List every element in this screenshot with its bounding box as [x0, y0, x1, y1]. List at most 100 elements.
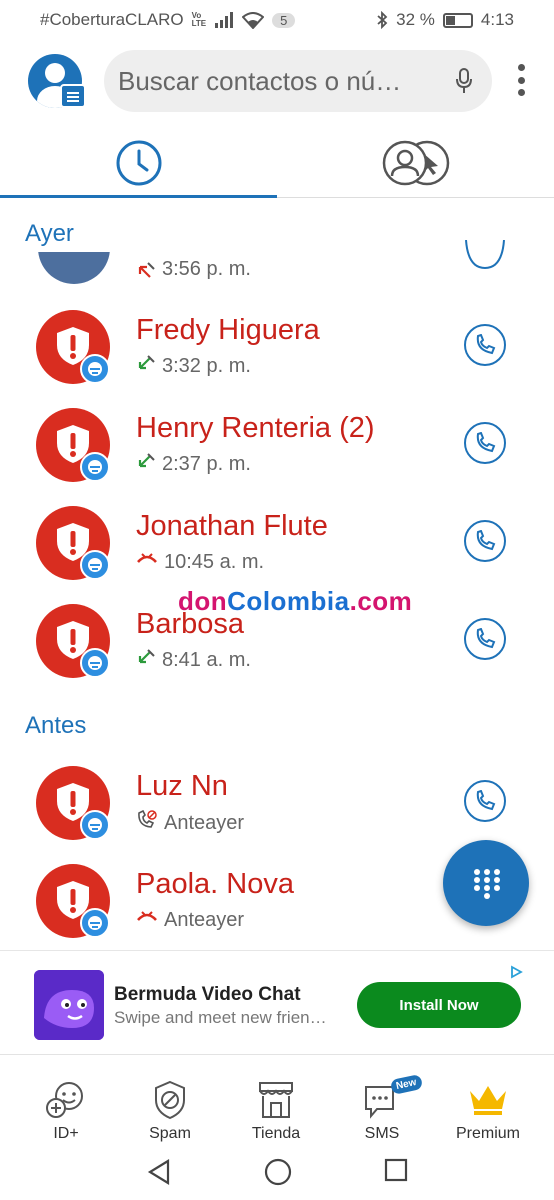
nav-premium[interactable]: Premium [438, 1079, 538, 1143]
contacts-icon [382, 140, 449, 186]
ad-app-icon[interactable] [34, 970, 104, 1040]
clock: 4:13 [480, 10, 514, 29]
section-yesterday: Ayer [25, 220, 74, 247]
profile-card-icon [60, 84, 86, 108]
call-meta: 3:32 p. m. [136, 354, 251, 378]
call-meta: 8:41 a. m. [136, 648, 251, 672]
back-icon[interactable] [146, 1158, 172, 1186]
spam-shield-icon [120, 1079, 220, 1121]
call-button[interactable] [464, 422, 506, 464]
call-meta: 10:45 a. m. [136, 550, 264, 574]
identified-badge-icon [80, 550, 110, 580]
call-type-icon [136, 809, 158, 836]
phone-icon [476, 530, 496, 551]
section-before: Antes [25, 712, 87, 739]
call-button[interactable] [464, 324, 506, 366]
call-row[interactable]: Luz Nn Anteayer [0, 752, 554, 850]
signal-icon [215, 12, 234, 28]
battery-percent: 32 % [396, 10, 435, 29]
dialpad-icon [474, 869, 500, 899]
sms-icon: New [332, 1073, 432, 1121]
caller-name-text: Fredy Higuera [136, 314, 320, 346]
status-left: #CoberturaCLARO Vo LTE 5 [40, 10, 296, 30]
nav-spam[interactable]: Spam [120, 1079, 220, 1143]
ad-choices-icon[interactable] [509, 965, 523, 979]
ad-mascot-icon [34, 970, 104, 1040]
ad-divider [0, 950, 554, 951]
phone-icon [476, 334, 496, 355]
ad-banner[interactable]: Bermuda Video Chat Swipe and meet new fr… [28, 962, 526, 1042]
nav-label-sms: SMS [364, 1125, 400, 1142]
id-plus-icon [16, 1079, 116, 1121]
store-icon [226, 1079, 326, 1121]
sim-badge: 5 [272, 12, 296, 28]
new-badge: New [389, 1073, 423, 1096]
search-bar[interactable] [104, 50, 492, 112]
watermark-part-1: don [178, 586, 228, 616]
call-time: 8:41 a. m. [162, 648, 251, 671]
recents-icon[interactable] [384, 1158, 408, 1182]
crown-icon [438, 1079, 538, 1121]
call-type-icon [136, 354, 156, 378]
system-nav-bar [0, 1144, 554, 1200]
identified-badge-icon [80, 354, 110, 384]
caller-name-text: Paola. Nova [136, 868, 294, 900]
phone-icon [476, 790, 496, 811]
identified-badge-icon [80, 648, 110, 678]
ad-title[interactable]: Bermuda Video Chat [114, 984, 301, 1006]
call-meta: Anteayer [136, 809, 245, 836]
call-row[interactable]: Henry Renteria (2) 2:37 p. m. [0, 394, 554, 492]
nav-store[interactable]: Tienda [226, 1079, 326, 1143]
search-input[interactable] [118, 65, 438, 97]
volte-bottom: LTE [191, 19, 207, 28]
phone-icon [476, 628, 496, 649]
call-time: 2:37 p. m. [162, 452, 251, 475]
call-row[interactable]: Jonathan Flute 10:45 a. m. [0, 492, 554, 590]
caller-name: Paola. Nova [136, 868, 294, 901]
caller-name-text: Luz Nn [136, 770, 228, 802]
call-time: Anteayer [164, 908, 245, 931]
call-button[interactable] [464, 780, 506, 822]
call-type-icon [136, 550, 158, 574]
microphone-icon[interactable] [456, 68, 472, 94]
ad-subtitle[interactable]: Swipe and meet new frien… [114, 1008, 327, 1028]
carrier-label: #CoberturaCLARO [40, 10, 184, 29]
partial-call-meta: 3:56 p. m. [136, 258, 251, 281]
call-count: (2) [339, 412, 375, 444]
call-type-icon [136, 452, 156, 476]
call-row[interactable]: Fredy Higuera 3:32 p. m. [0, 296, 554, 394]
overflow-menu-icon[interactable] [514, 64, 528, 96]
tab-indicator [0, 195, 277, 198]
nav-label-premium: Premium [455, 1125, 520, 1142]
tab-contacts[interactable] [277, 130, 554, 196]
dialpad-fab[interactable] [443, 840, 529, 926]
nav-sms[interactable]: New SMS [332, 1073, 432, 1143]
partial-call-button-icon[interactable] [464, 240, 506, 270]
nav-label-store: Tienda [251, 1125, 301, 1142]
identified-badge-icon [80, 452, 110, 482]
nav-label-spam: Spam [149, 1125, 191, 1142]
call-button[interactable] [464, 618, 506, 660]
install-now-button[interactable]: Install Now [357, 982, 521, 1028]
identified-badge-icon [80, 810, 110, 840]
phone-icon [476, 432, 496, 453]
avatar-head [45, 63, 65, 83]
header [0, 48, 554, 114]
bluetooth-icon [377, 11, 388, 29]
nav-id-plus[interactable]: ID+ [16, 1079, 116, 1143]
caller-name: Fredy Higuera [136, 314, 320, 347]
caller-name-text: Jonathan Flute [136, 510, 328, 542]
call-time: Anteayer [164, 811, 245, 834]
call-button[interactable] [464, 520, 506, 562]
call-meta: 2:37 p. m. [136, 452, 251, 476]
caller-name-text: Henry Renteria [136, 412, 332, 444]
call-meta: Anteayer [136, 908, 244, 932]
nav-label-id-plus: ID+ [53, 1125, 79, 1142]
call-type-icon [136, 908, 158, 932]
caller-name: Jonathan Flute [136, 510, 328, 543]
home-icon[interactable] [264, 1158, 292, 1186]
call-time: 3:32 p. m. [162, 354, 251, 377]
caller-name: Luz Nn [136, 770, 228, 803]
tab-recents[interactable] [0, 130, 277, 196]
watermark-part-2: Colombia [227, 586, 350, 616]
